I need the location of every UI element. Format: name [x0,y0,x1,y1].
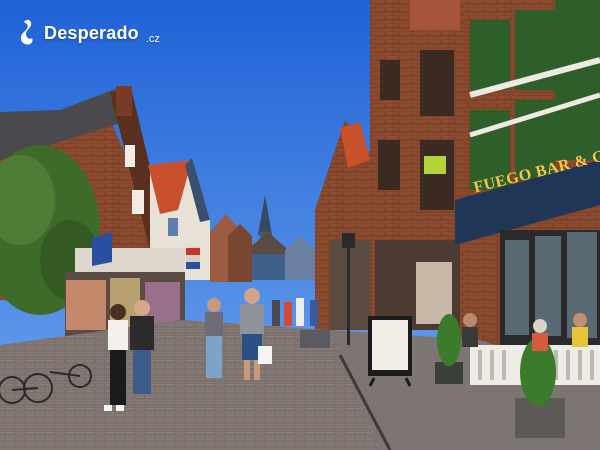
menu-board [368,316,412,387]
watermark-name: Desperado [44,22,139,43]
watermark-tld: .cz [145,33,160,45]
shop-awning-left [75,248,185,272]
watermark: Desperado .cz [18,18,160,48]
desperado-logo-icon [20,19,33,45]
photo-scene: Desperado .cz FUEGO BAR & GRILL [0,0,600,450]
flag-blue [92,232,112,266]
right-brick-building [370,0,470,330]
street-illustration [0,0,600,450]
